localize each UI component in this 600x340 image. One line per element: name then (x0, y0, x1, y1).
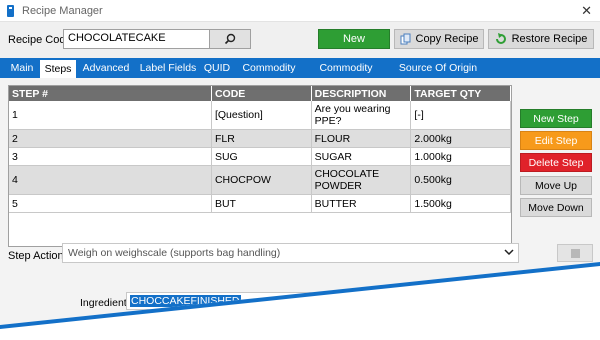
tab-commodity[interactable]: Commodity (238, 58, 300, 78)
tab-steps[interactable]: Steps (40, 60, 76, 78)
close-icon[interactable]: ✕ (581, 3, 592, 19)
target-qty-cell: 0.500kg (410, 165, 511, 195)
restore-recipe-button[interactable]: Restore Recipe (488, 29, 594, 49)
steps-grid[interactable]: STEP # CODE DESCRIPTION TARGET QTY 1 [Qu… (8, 85, 512, 247)
copy-recipe-button[interactable]: Copy Recipe (394, 29, 484, 49)
app-icon (7, 5, 14, 17)
code-cell: SUG (211, 147, 312, 166)
description-cell: FLOUR (311, 129, 412, 148)
step-number-cell: 5 (9, 194, 212, 213)
search-icon (224, 33, 236, 45)
column-header-description[interactable]: DESCRIPTION (311, 86, 412, 101)
table-row[interactable]: 2 FLR FLOUR 2.000kg (9, 129, 511, 148)
ingredient-search-button[interactable] (305, 292, 339, 310)
table-row[interactable]: 4 CHOCPOW CHOCOLATE POWDER 0.500kg (9, 165, 511, 195)
toggle-box (570, 248, 580, 258)
description-cell: CHOCOLATE POWDER (311, 165, 412, 195)
restore-recipe-label: Restore Recipe (511, 33, 588, 45)
title-bar: Recipe Manager ✕ (0, 0, 600, 22)
step-number-cell: 2 (9, 129, 212, 148)
ingredient-extra-field[interactable] (346, 292, 406, 310)
code-cell: BUT (211, 194, 312, 213)
target-qty-label: Target qty (80, 318, 127, 330)
column-header-target-qty[interactable]: TARGET QTY (410, 86, 511, 101)
tab-advanced[interactable]: Advanced (80, 58, 132, 78)
move-down-button[interactable]: Move Down (520, 198, 592, 217)
recipe-toolbar: Recipe Code: CHOCOLATECAKE New Copy Reci… (0, 26, 600, 52)
step-number-cell: 4 (9, 165, 212, 195)
table-row[interactable]: 3 SUG SUGAR 1.000kg (9, 147, 511, 166)
copy-recipe-label: Copy Recipe (415, 33, 479, 45)
table-row[interactable]: 5 BUT BUTTER 1.500kg (9, 194, 511, 213)
description-cell: SUGAR (311, 147, 412, 166)
tab-source-of-origin[interactable]: Source Of Origin (394, 58, 482, 78)
tab-main[interactable]: Main (6, 58, 38, 78)
copy-icon (400, 33, 410, 45)
table-row[interactable]: 1 [Question] Are you wearing PPE? [-] (9, 101, 511, 130)
recipe-search-button[interactable] (209, 29, 251, 49)
new-recipe-button[interactable]: New (318, 29, 390, 49)
restore-icon (495, 33, 506, 44)
ingredient-label: Ingredient (80, 297, 127, 309)
recipe-manager-window: Recipe Manager ✕ Recipe Code: CHOCOLATEC… (0, 0, 600, 340)
step-action-value: Weigh on weighscale (supports bag handli… (68, 247, 281, 259)
delete-step-button[interactable]: Delete Step (520, 153, 592, 172)
window-title: Recipe Manager (22, 5, 103, 17)
code-cell: FLR (211, 129, 312, 148)
new-step-button[interactable]: New Step (520, 109, 592, 128)
ingredient-selected-text: CHOCCAKEFINISHED (130, 295, 241, 307)
target-qty-cell: 1.500kg (410, 194, 511, 213)
step-action-select[interactable]: Weigh on weighscale (supports bag handli… (62, 243, 519, 263)
recipe-code-input[interactable]: CHOCOLATECAKE (63, 29, 210, 49)
steps-table: STEP # CODE DESCRIPTION TARGET QTY 1 [Qu… (9, 86, 511, 213)
step-action-label: Step Action: (8, 250, 67, 262)
tab-commodity-groups[interactable]: Commodity Groups (302, 58, 390, 94)
step-number-cell: 3 (9, 147, 212, 166)
steps-panel: STEP # CODE DESCRIPTION TARGET QTY 1 [Qu… (0, 78, 600, 340)
ingredient-input[interactable]: CHOCCAKEFINISHED (126, 292, 306, 310)
move-up-button[interactable]: Move Up (520, 176, 592, 195)
code-cell: [Question] (211, 101, 312, 130)
target-qty-input[interactable]: 1.000 (126, 314, 186, 330)
target-qty-cell: [-] (410, 101, 511, 130)
description-cell: Are you wearing PPE? (311, 101, 412, 130)
table-header-row: STEP # CODE DESCRIPTION TARGET QTY (9, 86, 511, 101)
edit-step-button[interactable]: Edit Step (520, 131, 592, 150)
tab-bar: Main Steps Advanced Label Fields QUID Co… (0, 58, 600, 94)
tab-quid[interactable]: QUID (200, 58, 234, 78)
column-header-step[interactable]: STEP # (9, 86, 212, 101)
tab-label-fields[interactable]: Label Fields (137, 58, 199, 78)
column-header-code[interactable]: CODE (211, 86, 312, 101)
chevron-down-icon (504, 249, 514, 256)
step-action-toggle[interactable] (557, 244, 593, 262)
description-cell: BUTTER (311, 194, 412, 213)
code-cell: CHOCPOW (211, 165, 312, 195)
step-number-cell: 1 (9, 101, 212, 130)
target-qty-cell: 1.000kg (410, 147, 511, 166)
target-qty-cell: 2.000kg (410, 129, 511, 148)
